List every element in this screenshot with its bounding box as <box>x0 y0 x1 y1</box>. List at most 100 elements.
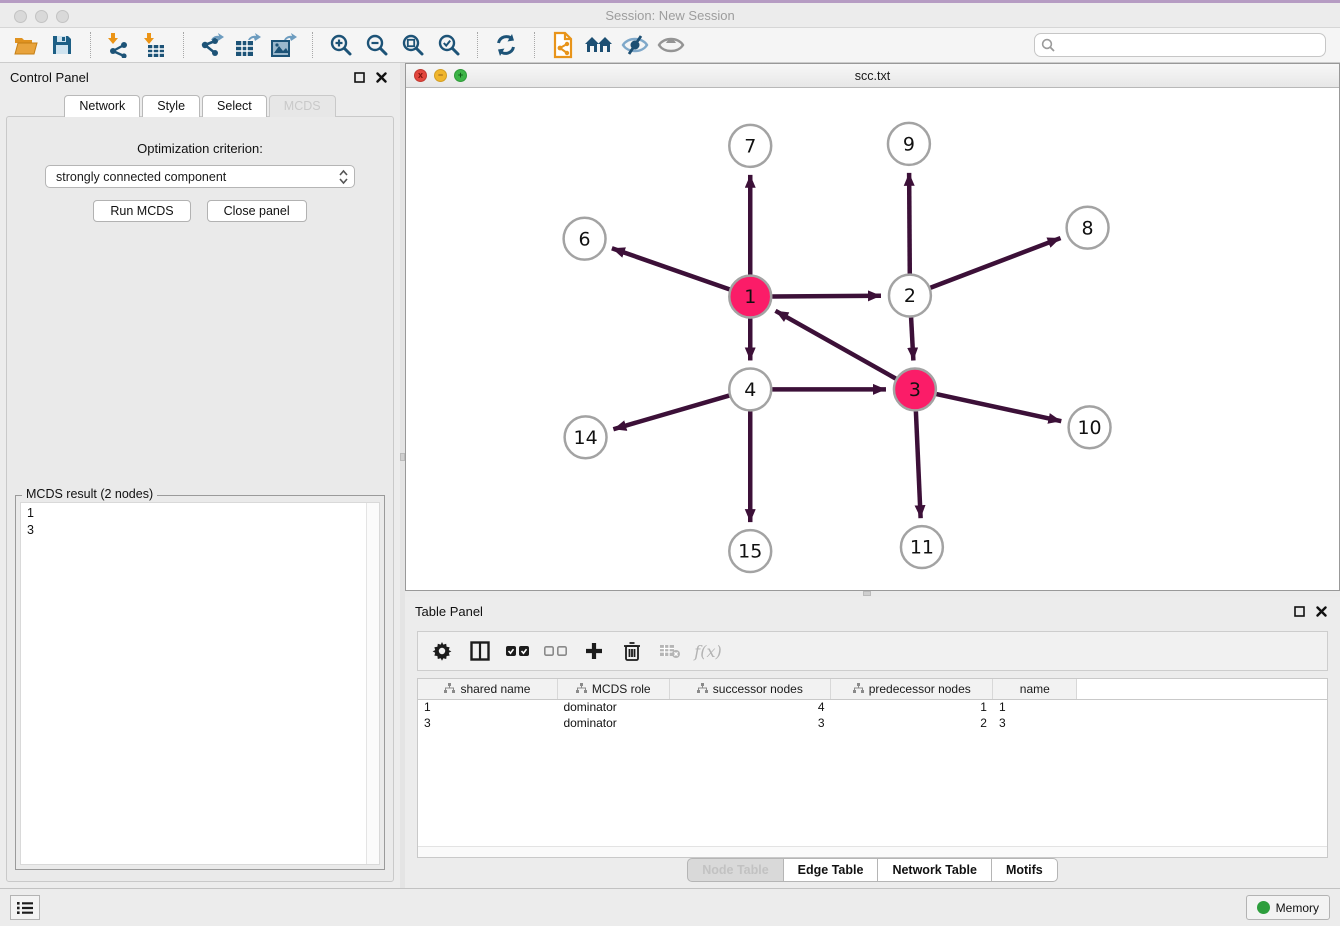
tab-network-table[interactable]: Network Table <box>878 858 992 882</box>
close-table-panel-button[interactable] <box>1312 602 1330 620</box>
search-input[interactable] <box>1034 33 1326 57</box>
graph-node-2[interactable]: 2 <box>889 275 931 317</box>
table-cell[interactable]: 4 <box>669 699 830 715</box>
graph-node-10[interactable]: 10 <box>1069 406 1111 448</box>
graph-node-8[interactable]: 8 <box>1067 207 1109 249</box>
graph-node-3[interactable]: 3 <box>894 368 936 410</box>
splitter-grip[interactable] <box>400 453 405 461</box>
table-cell[interactable]: 2 <box>831 715 993 731</box>
function-builder-button[interactable]: f(x) <box>694 637 722 665</box>
graph-node-7[interactable]: 7 <box>729 125 771 167</box>
first-neighbors-button[interactable] <box>583 30 615 60</box>
table-tabbar: Node TableEdge TableNetwork TableMotifs <box>405 858 1340 882</box>
table-cell[interactable]: 3 <box>993 715 1077 731</box>
column-header-successor-nodes[interactable]: successor nodes <box>669 679 830 699</box>
minimize-window-button[interactable] <box>35 10 48 23</box>
column-header-predecessor-nodes[interactable]: predecessor nodes <box>831 679 993 699</box>
table-options-button[interactable] <box>428 637 456 665</box>
float-table-panel-button[interactable] <box>1290 602 1308 620</box>
table-cell[interactable]: 3 <box>669 715 830 731</box>
close-panel-icon-button[interactable] <box>372 68 390 86</box>
table-cell[interactable]: 1 <box>993 699 1077 715</box>
tab-motifs[interactable]: Motifs <box>992 858 1058 882</box>
mcds-result-area[interactable]: 1 3 <box>20 502 380 865</box>
table-row[interactable]: 1dominator411 <box>418 699 1327 715</box>
delete-columns-button[interactable] <box>618 637 646 665</box>
close-panel-button[interactable]: Close panel <box>207 200 307 222</box>
new-network-from-selection-button[interactable] <box>547 30 579 60</box>
graph-edge-3-10[interactable] <box>936 394 1061 421</box>
eye-icon <box>657 34 685 56</box>
hide-selected-button[interactable] <box>619 30 651 60</box>
open-file-button[interactable] <box>10 30 42 60</box>
export-table-icon <box>234 32 262 58</box>
column-header-shared-name[interactable]: shared name <box>418 679 557 699</box>
network-window-titlebar: x − + scc.txt <box>406 64 1339 88</box>
graph-node-4[interactable]: 4 <box>729 368 771 410</box>
window-controls <box>14 10 69 23</box>
graph-node-6[interactable]: 6 <box>564 218 606 260</box>
splitter-grip[interactable] <box>863 591 871 596</box>
delete-table-button[interactable] <box>656 637 684 665</box>
graph-edge-2-9[interactable] <box>909 173 910 274</box>
column-header-name[interactable]: name <box>993 679 1077 699</box>
save-session-button[interactable] <box>46 30 78 60</box>
graph-edge-1-6[interactable] <box>612 248 730 289</box>
export-table-button[interactable] <box>232 30 264 60</box>
tab-network[interactable]: Network <box>64 95 140 117</box>
zoom-in-button[interactable] <box>325 30 357 60</box>
table-cell[interactable]: dominator <box>557 699 669 715</box>
import-network-button[interactable] <box>103 30 135 60</box>
graph-edge-3-11[interactable] <box>916 411 921 518</box>
unselect-all-columns-button[interactable] <box>542 637 570 665</box>
task-history-button[interactable] <box>10 895 40 920</box>
select-all-columns-button[interactable] <box>504 637 532 665</box>
graph-node-9[interactable]: 9 <box>888 123 930 165</box>
graph-node-15[interactable]: 15 <box>729 530 771 572</box>
graph-edge-2-3[interactable] <box>911 318 913 361</box>
export-image-button[interactable] <box>268 30 300 60</box>
table-cell[interactable]: 1 <box>418 699 557 715</box>
network-zoom-button[interactable]: + <box>454 69 467 82</box>
show-all-button[interactable] <box>655 30 687 60</box>
graph-edge-4-14[interactable] <box>613 396 729 430</box>
tab-style[interactable]: Style <box>142 95 200 117</box>
network-close-button[interactable]: x <box>414 69 427 82</box>
table-panel-mode-button[interactable] <box>466 637 494 665</box>
tab-node-table[interactable]: Node Table <box>687 858 783 882</box>
graph-edge-2-8[interactable] <box>930 238 1060 288</box>
network-minimize-button[interactable]: − <box>434 69 447 82</box>
mcds-result-groupbox: MCDS result (2 nodes) 1 3 <box>15 495 385 870</box>
graph-node-14[interactable]: 14 <box>565 416 607 458</box>
table-cell[interactable]: 3 <box>418 715 557 731</box>
graph-edge-1-2[interactable] <box>772 296 881 297</box>
zoom-fit-button[interactable] <box>397 30 429 60</box>
graph-node-1[interactable]: 1 <box>729 276 771 318</box>
table-row[interactable]: 3dominator323 <box>418 715 1327 731</box>
memory-button[interactable]: Memory <box>1246 895 1330 920</box>
run-mcds-button[interactable]: Run MCDS <box>93 200 190 222</box>
tab-mcds[interactable]: MCDS <box>269 95 336 117</box>
zoom-selected-icon <box>437 33 461 57</box>
create-column-button[interactable] <box>580 637 608 665</box>
column-header-MCDS-role[interactable]: MCDS role <box>557 679 669 699</box>
column-flow-icon <box>576 683 587 694</box>
zoom-selected-button[interactable] <box>433 30 465 60</box>
export-network-button[interactable] <box>196 30 228 60</box>
network-canvas[interactable]: 7 9 6 8 1 2 4 3 14 10 15 11 <box>406 88 1339 590</box>
graph-node-11[interactable]: 11 <box>901 526 943 568</box>
result-scrollbar[interactable] <box>366 503 379 864</box>
tab-edge-table[interactable]: Edge Table <box>784 858 879 882</box>
graph-edge-3-1[interactable] <box>775 311 895 379</box>
import-table-button[interactable] <box>139 30 171 60</box>
criterion-select[interactable]: strongly connected component <box>45 165 355 188</box>
table-hscrollbar[interactable] <box>418 846 1327 857</box>
zoom-out-button[interactable] <box>361 30 393 60</box>
table-cell[interactable]: dominator <box>557 715 669 731</box>
close-window-button[interactable] <box>14 10 27 23</box>
apply-layout-button[interactable] <box>490 30 522 60</box>
tab-select[interactable]: Select <box>202 95 267 117</box>
zoom-window-button[interactable] <box>56 10 69 23</box>
float-panel-button[interactable] <box>350 68 368 86</box>
table-cell[interactable]: 1 <box>831 699 993 715</box>
